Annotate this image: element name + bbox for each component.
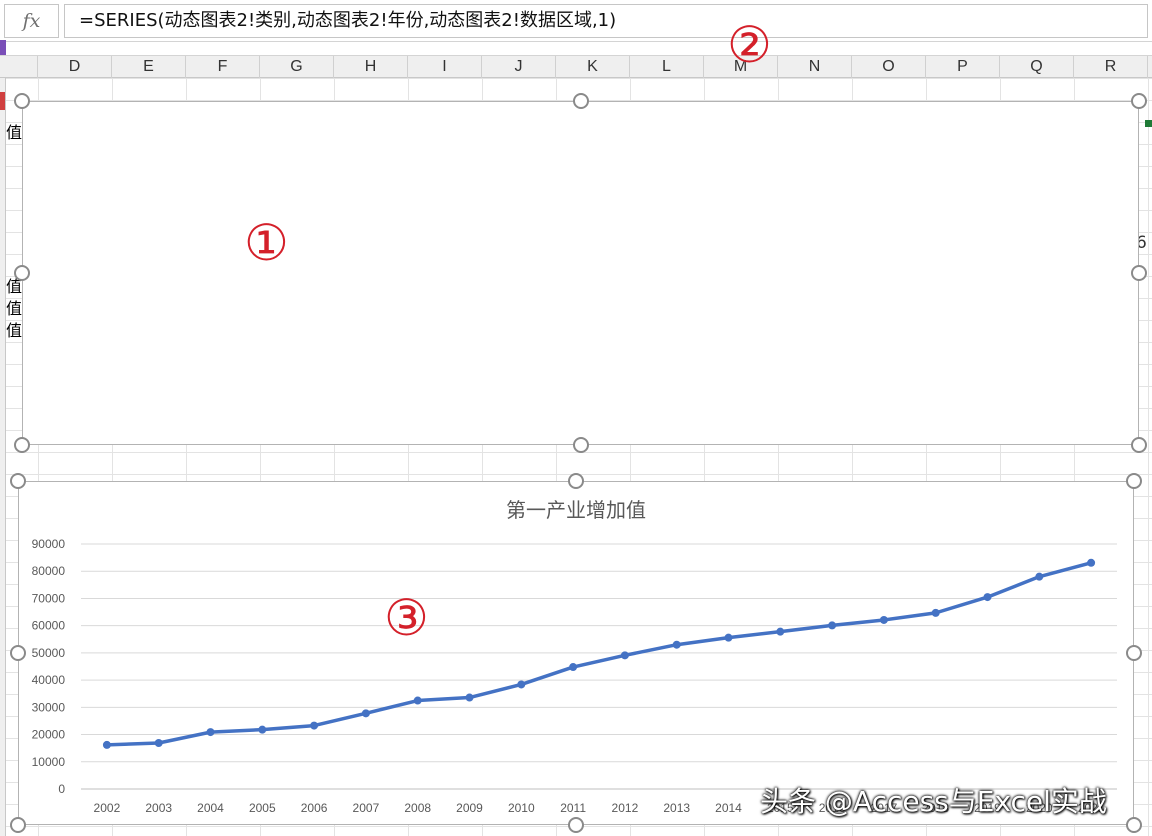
empty-chart-resize-handle[interactable] — [1131, 437, 1147, 453]
column-header-h[interactable]: H — [334, 56, 408, 78]
x-tick-label: 2002 — [94, 801, 121, 815]
watermark-text: 头条 @Access与Excel实战 — [760, 785, 1107, 818]
data-point[interactable] — [258, 725, 267, 734]
data-point[interactable] — [413, 696, 422, 705]
cell-value: 值 — [6, 123, 23, 142]
empty-chart-area[interactable] — [22, 101, 1139, 445]
column-header-n[interactable]: N — [778, 56, 852, 78]
data-point[interactable] — [102, 740, 111, 749]
data-point[interactable] — [983, 593, 992, 602]
empty-chart-resize-handle[interactable] — [1131, 93, 1147, 109]
empty-chart-resize-handle[interactable] — [14, 265, 30, 281]
data-point[interactable] — [879, 615, 888, 624]
y-tick-label: 10000 — [32, 755, 66, 769]
cell-selection-marker — [0, 92, 5, 110]
y-tick-label: 70000 — [32, 591, 66, 605]
data-point[interactable] — [776, 627, 785, 636]
data-point[interactable] — [1035, 572, 1044, 581]
column-header-p[interactable]: P — [926, 56, 1000, 78]
y-tick-label: 80000 — [32, 564, 66, 578]
x-tick-label: 2007 — [353, 801, 380, 815]
row-header — [0, 78, 6, 836]
column-header: DEFGHIJKLMNOPQR — [0, 55, 1152, 78]
data-point[interactable] — [206, 728, 215, 737]
annotation-marker-2: ② — [727, 16, 772, 74]
column-header-i[interactable]: I — [408, 56, 482, 78]
empty-chart-resize-handle[interactable] — [14, 437, 30, 453]
column-header-f[interactable]: F — [186, 56, 260, 78]
x-tick-label: 2004 — [197, 801, 224, 815]
line-chart-resize-handle[interactable] — [1126, 473, 1142, 489]
x-tick-label: 2013 — [663, 801, 690, 815]
column-header-o[interactable]: O — [852, 56, 926, 78]
empty-chart-resize-handle[interactable] — [572, 437, 589, 453]
y-tick-label: 0 — [58, 782, 65, 796]
x-tick-label: 2009 — [456, 801, 483, 815]
x-tick-label: 2010 — [508, 801, 535, 815]
y-tick-label: 30000 — [32, 700, 66, 714]
data-point[interactable] — [672, 640, 681, 649]
data-point[interactable] — [724, 633, 733, 642]
column-header-l[interactable]: L — [630, 56, 704, 78]
column-header-k[interactable]: K — [556, 56, 630, 78]
column-header-e[interactable]: E — [112, 56, 186, 78]
data-point[interactable] — [1087, 558, 1096, 567]
cell-value: 值 — [6, 299, 23, 318]
insert-function-button[interactable]: fx — [4, 4, 59, 38]
data-point[interactable] — [465, 693, 474, 702]
data-point[interactable] — [361, 709, 370, 718]
empty-chart-resize-handle[interactable] — [14, 93, 30, 109]
data-point[interactable] — [569, 663, 578, 672]
formula-bar: fx =SERIES(动态图表2!类别,动态图表2!年份,动态图表2!数据区域,… — [0, 0, 1152, 42]
column-header-r[interactable]: R — [1074, 56, 1148, 78]
column-header-g[interactable]: G — [260, 56, 334, 78]
line-chart-resize-handle[interactable] — [1126, 645, 1142, 661]
annotation-marker-1: ① — [244, 214, 289, 272]
y-tick-label: 90000 — [32, 537, 66, 551]
line-chart-resize-handle[interactable] — [568, 817, 584, 833]
line-chart-plot: 0 10000 20000 30000 40000 50000 60000 70000 8000… — [32, 537, 1117, 815]
data-point[interactable] — [620, 651, 629, 660]
x-tick-label: 2014 — [715, 801, 742, 815]
y-tick-label: 40000 — [32, 673, 66, 687]
y-tick-label: 50000 — [32, 646, 66, 660]
line-chart-resize-handle[interactable] — [568, 473, 584, 489]
x-tick-label: 2012 — [612, 801, 639, 815]
cell-value: 值 — [6, 321, 23, 340]
y-tick-label: 20000 — [32, 728, 66, 742]
annotation-marker-3: ③ — [384, 589, 429, 647]
x-tick-label: 2006 — [301, 801, 328, 815]
line-chart-resize-handle[interactable] — [1126, 817, 1142, 833]
line-chart-resize-handle[interactable] — [10, 817, 26, 833]
formula-input[interactable]: =SERIES(动态图表2!类别,动态图表2!年份,动态图表2!数据区域,1) — [64, 4, 1148, 38]
error-indicator-icon — [1145, 120, 1152, 127]
x-tick-label: 2008 — [404, 801, 431, 815]
line-chart[interactable]: 第一产业增加值 0 10000 20000 30000 40000 50000 60000 7… — [18, 481, 1134, 825]
column-header-q[interactable]: Q — [1000, 56, 1074, 78]
line-chart-resize-handle[interactable] — [10, 473, 26, 489]
empty-chart-resize-handle[interactable] — [1131, 265, 1147, 281]
x-tick-label: 2005 — [249, 801, 276, 815]
data-point[interactable] — [931, 608, 940, 617]
line-chart-resize-handle[interactable] — [10, 645, 26, 661]
data-point[interactable] — [310, 721, 319, 730]
x-tick-label: 2011 — [560, 801, 586, 815]
column-header-d[interactable]: D — [38, 56, 112, 78]
x-tick-label: 2003 — [145, 801, 172, 815]
data-point[interactable] — [154, 738, 163, 747]
data-point[interactable] — [517, 680, 526, 689]
series-line[interactable] — [106, 561, 1092, 747]
y-tick-label: 60000 — [32, 619, 66, 633]
select-all-corner[interactable] — [0, 56, 38, 78]
empty-chart-resize-handle[interactable] — [572, 93, 589, 109]
data-point[interactable] — [828, 621, 837, 630]
column-header-j[interactable]: J — [482, 56, 556, 78]
